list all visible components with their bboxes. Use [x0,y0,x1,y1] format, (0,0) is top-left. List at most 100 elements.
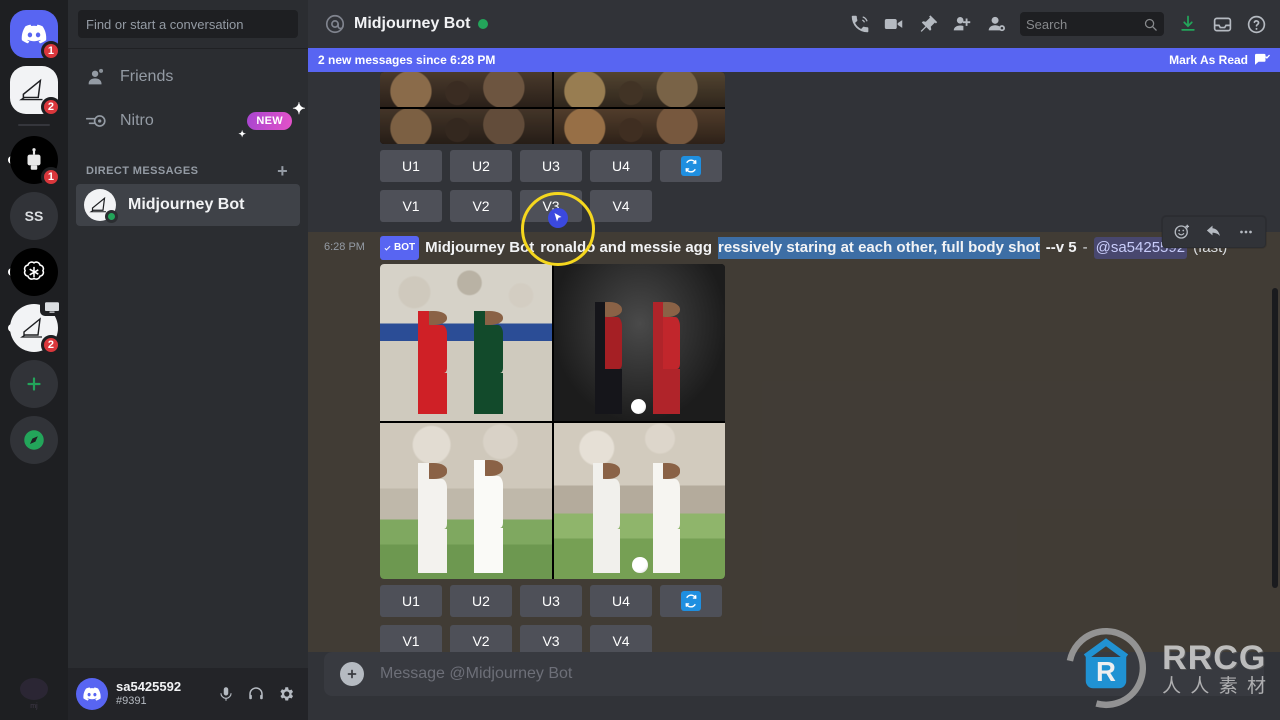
server-rail-item-robot[interactable]: 1 [8,136,61,187]
conversation-search-input[interactable]: Find or start a conversation [78,10,298,38]
friends-icon [84,65,108,89]
add-server-icon[interactable] [10,360,58,408]
upscale-button-u4[interactable]: U4 [590,585,652,617]
variation-button-v1[interactable]: V1 [380,190,442,222]
inbox-icon[interactable] [1206,8,1238,40]
search-icon [1144,18,1157,31]
upscale-button-u1[interactable]: U1 [380,585,442,617]
sidebar-item-label: Friends [120,68,174,85]
avatar [84,189,118,223]
inbox-download-icon[interactable] [1172,8,1204,40]
avatar[interactable] [76,678,108,710]
create-dm-button[interactable]: + [277,162,292,180]
upscale-button-row-2: U1 U2 U3 U4 [380,585,1232,617]
discord-home-icon[interactable]: 1 [10,10,61,61]
image-cell-1[interactable] [380,264,552,421]
ss-server-icon[interactable]: SS [10,192,58,240]
image-cell[interactable] [380,72,552,107]
upscale-button-u3[interactable]: U3 [520,585,582,617]
help-icon[interactable] [1240,8,1272,40]
message-scrolled: U1 U2 U3 U4 V1 V2 V3 V4 [308,48,1280,232]
image-cell[interactable] [380,109,552,144]
server-rail-item-ss[interactable]: SS [8,192,60,240]
image-cell-4[interactable] [553,422,725,579]
midjourney-sail-icon[interactable]: 2 [10,66,61,117]
variation-button-v4[interactable]: V4 [590,190,652,222]
header-actions: Search [844,8,1272,40]
pin-icon[interactable] [912,8,944,40]
message-input[interactable]: Message @Midjourney Bot [380,665,572,683]
server-rail-item-midjourney-2[interactable]: 2 [8,298,64,355]
figure [474,460,504,573]
upscale-button-u2[interactable]: U2 [450,150,512,182]
upscale-button-u4[interactable]: U4 [590,150,652,182]
variation-button-v4[interactable]: V4 [590,625,652,652]
sidebar-item-nitro[interactable]: Nitro NEW ✦ ✦ [76,100,306,142]
dm-sidebar: Find or start a conversation Friends Nit… [68,0,308,720]
nitro-icon [84,109,108,133]
watermark-text: RRCG 人 人 素 材 [1162,641,1268,696]
mark-as-read-button[interactable]: Mark As Read [1169,53,1270,67]
midjourney-sail-icon-2[interactable]: 2 [10,298,64,355]
figure [652,463,681,573]
attach-file-button[interactable] [340,662,364,686]
mark-read-icon [1255,53,1270,65]
discord-window: 1 2 1 SS 2 mj Find or start a conversati… [0,0,1280,720]
user-identity[interactable]: sa5425592 #9391 [116,679,181,707]
variation-button-v2[interactable]: V2 [450,625,512,652]
dm-item-label: Midjourney Bot [128,196,245,213]
upscale-button-u1[interactable]: U1 [380,150,442,182]
openai-logo-icon[interactable] [10,248,58,296]
sparkle-icon-small: ✦ [238,129,247,139]
screen-share-badge [40,298,64,316]
add-reaction-icon[interactable] [1167,218,1197,246]
watermark: R RRCG 人 人 素 材 [1060,622,1268,714]
message-scrollbar[interactable] [1272,288,1278,588]
message-list[interactable]: U1 U2 U3 U4 V1 V2 V3 V4 6:28 PM BOT Midj… [308,48,1280,652]
image-cell[interactable] [553,109,725,144]
svg-text:R: R [1096,656,1116,687]
figure [594,301,623,415]
call-icon[interactable] [844,8,876,40]
variation-button-v1[interactable]: V1 [380,625,442,652]
image-cell[interactable] [553,72,725,107]
upscale-button-u3[interactable]: U3 [520,150,582,182]
dm-item-midjourney-bot[interactable]: Midjourney Bot [76,184,300,226]
robot-avatar-icon[interactable]: 1 [10,136,61,187]
nitro-new-badge: NEW ✦ ✦ [238,101,305,139]
mic-icon[interactable] [212,680,240,708]
image-cell-3[interactable] [380,422,552,579]
upscale-button-u2[interactable]: U2 [450,585,512,617]
explore-servers-button[interactable] [8,416,60,464]
video-icon[interactable] [878,8,910,40]
new-messages-banner[interactable]: 2 new messages since 6:28 PM Mark As Rea… [308,48,1280,72]
settings-icon[interactable] [272,680,300,708]
image-grid-kitchen[interactable] [380,72,725,144]
message-author: Midjourney Bot [425,239,535,256]
variation-button-v2[interactable]: V2 [450,190,512,222]
reroll-button[interactable] [660,150,722,182]
server-rail-item-openai[interactable] [8,248,60,296]
sidebar-item-friends[interactable]: Friends [76,56,300,98]
status-badge [478,19,489,29]
message-hover-toolbar [1162,216,1266,248]
user-profile-icon[interactable] [980,8,1012,40]
headphones-icon[interactable] [242,680,270,708]
add-server-button[interactable] [8,360,60,408]
compass-icon[interactable] [10,416,58,464]
figure [592,463,621,573]
variation-button-v3[interactable]: V3 [520,625,582,652]
reply-icon[interactable] [1199,218,1229,246]
upscale-button-row: U1 U2 U3 U4 [380,150,1232,182]
reroll-button[interactable] [660,585,722,617]
server-rail-item-midjourney[interactable]: 2 [8,66,61,117]
server-rail-item-home[interactable]: 1 [8,10,61,61]
image-grid-ronaldo[interactable] [380,264,725,579]
more-options-icon[interactable] [1231,218,1261,246]
bot-badge: BOT [380,236,420,260]
image-cell-2[interactable] [553,264,725,421]
figure [474,310,504,415]
prompt-params: --v 5 [1045,239,1077,256]
add-friend-icon[interactable] [946,8,978,40]
search-input[interactable]: Search [1020,12,1164,36]
